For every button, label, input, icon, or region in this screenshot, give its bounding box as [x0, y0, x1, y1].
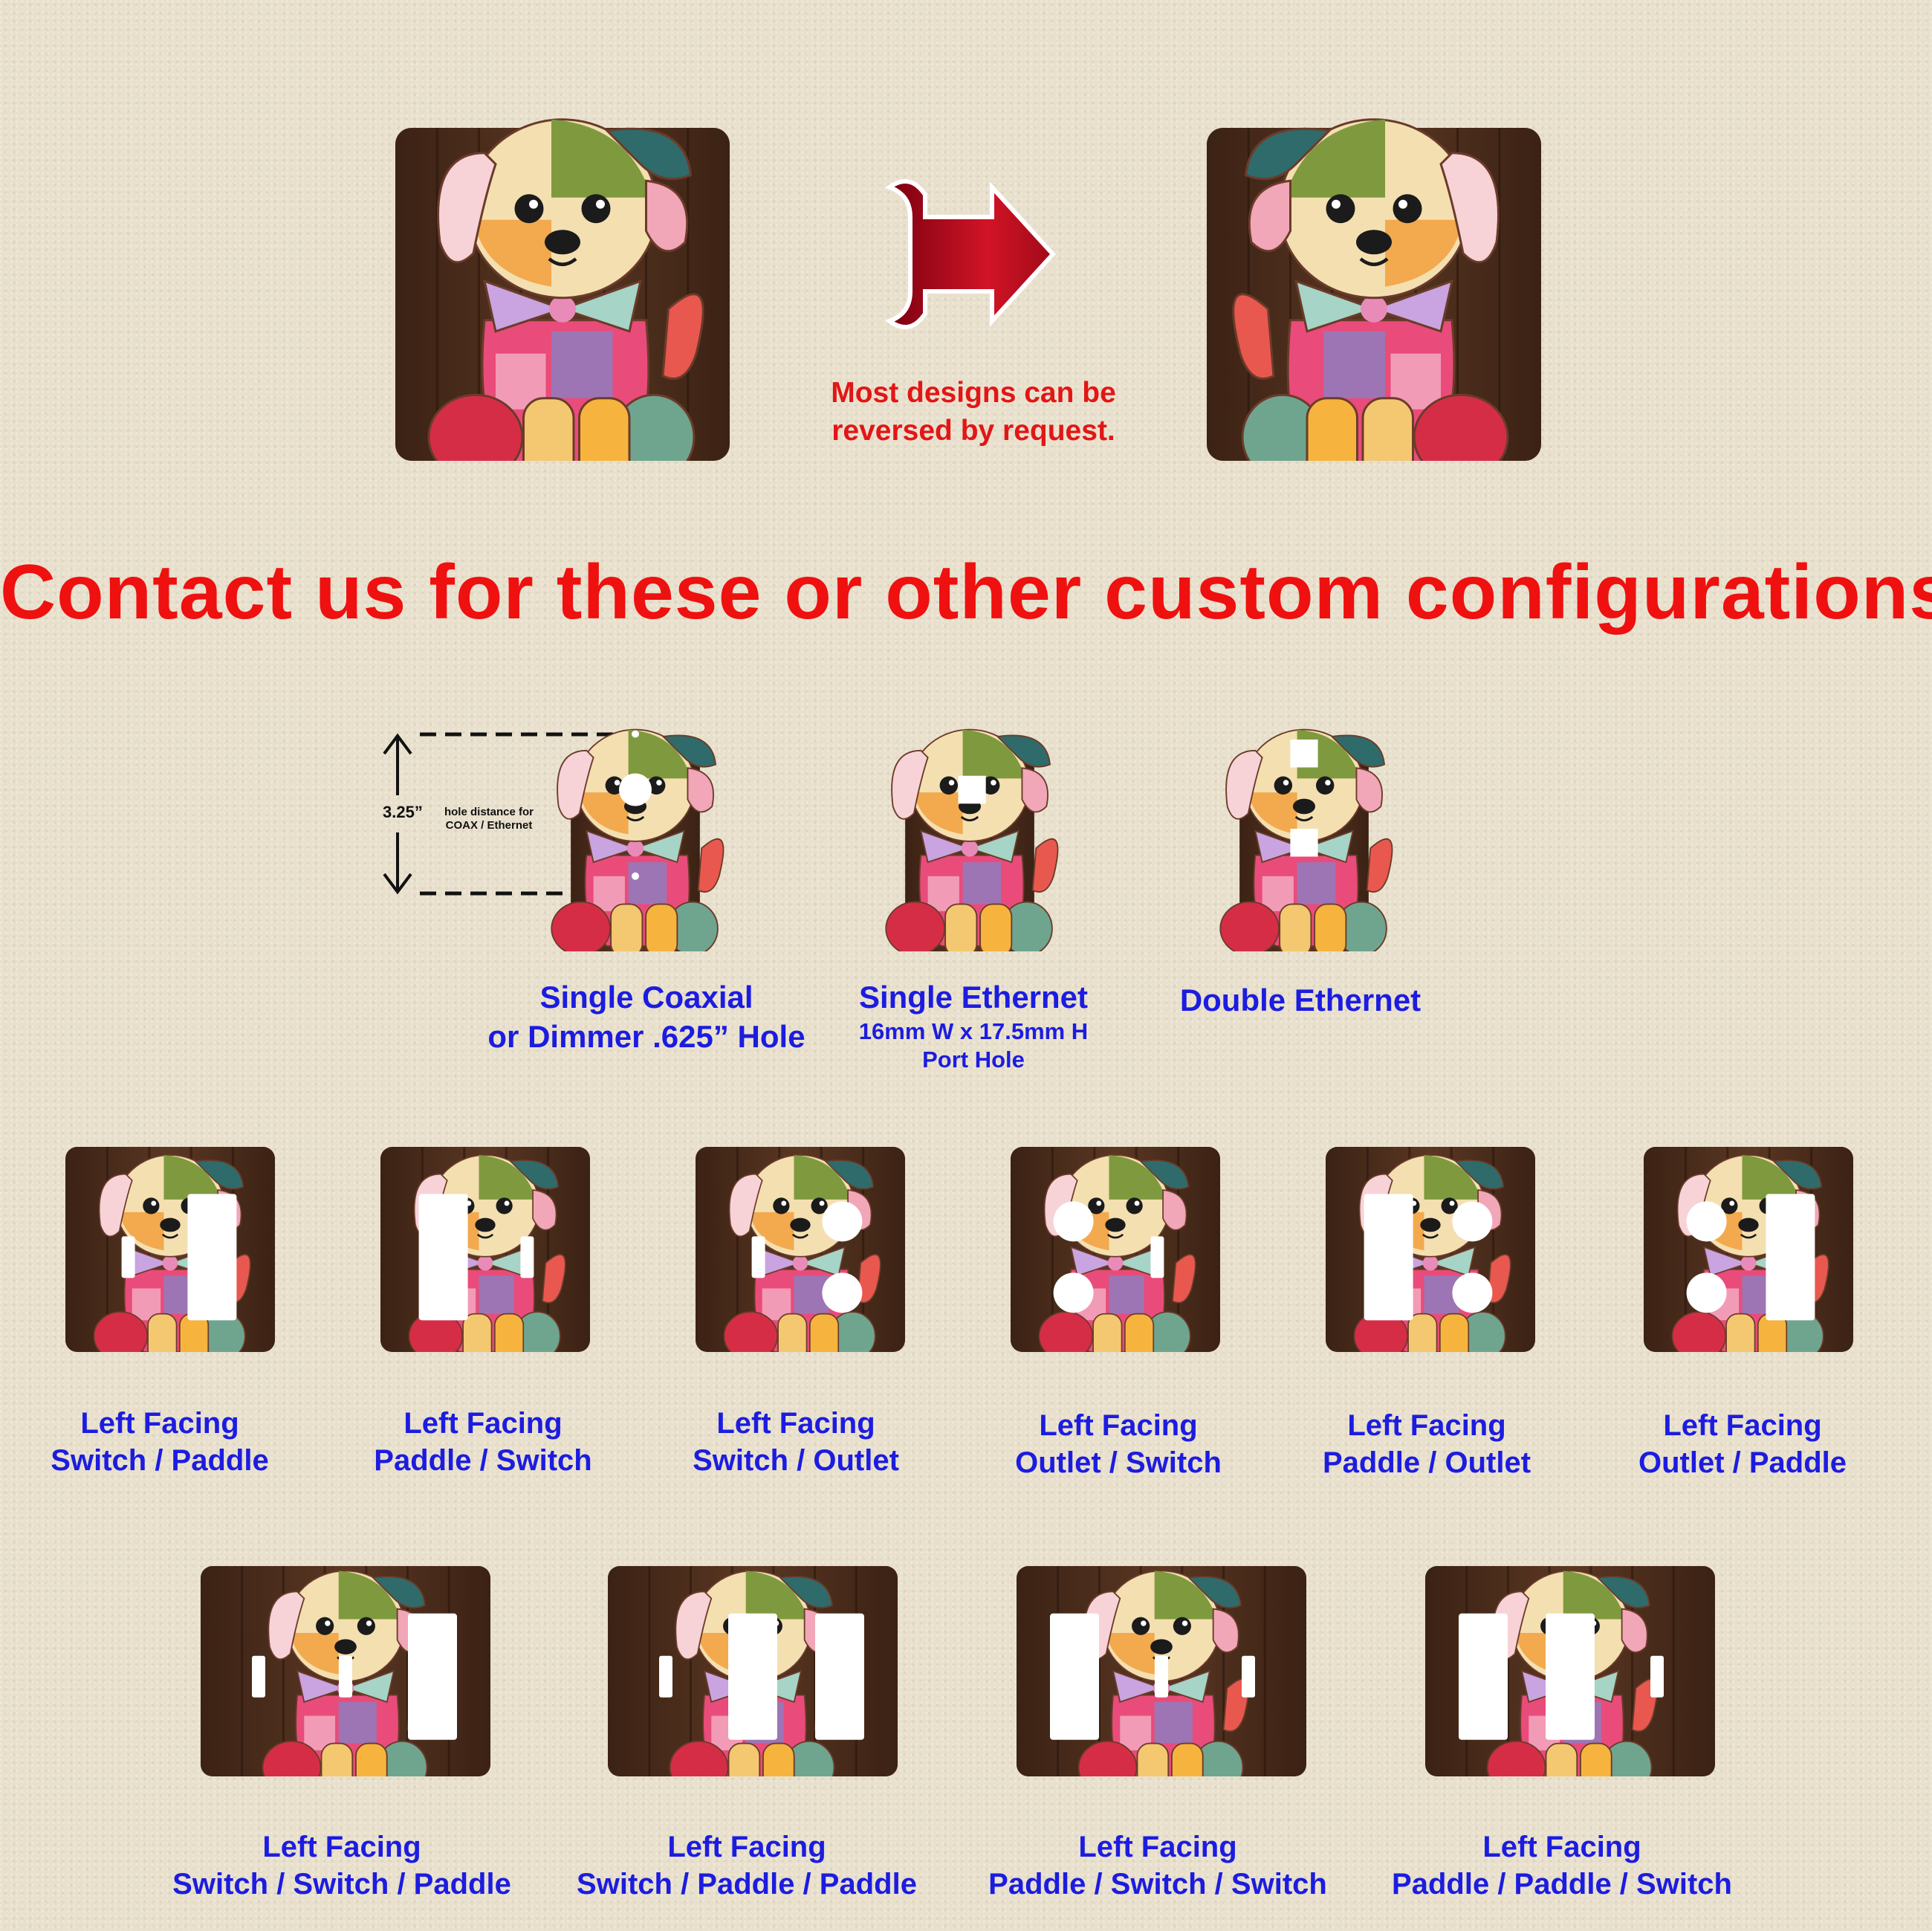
plate-single-coaxial: [520, 673, 751, 951]
reverse-note-line1: Most designs can be: [831, 377, 1116, 409]
caption-line: Left Facing: [262, 1831, 421, 1863]
caption-line: Left Facing: [1039, 1409, 1198, 1442]
caption-paddle-outlet: Left Facing Paddle / Outlet: [1282, 1407, 1572, 1481]
plate-paddle-outlet: [1326, 1126, 1535, 1352]
plate-paddle-switch: [380, 1126, 590, 1352]
caption-outlet-switch: Left Facing Outlet / Switch: [973, 1407, 1263, 1481]
caption-outlet-paddle: Left Facing Outlet / Paddle: [1598, 1407, 1887, 1481]
caption-line: Left Facing: [1347, 1409, 1506, 1442]
caption-line: Left Facing: [80, 1407, 239, 1440]
reversed-plate: [1207, 98, 1541, 461]
plate-switch-switch-paddle: [201, 1550, 490, 1776]
caption-double-ethernet: Double Ethernet: [1122, 981, 1479, 1021]
caption-sub-line: 16mm W x 17.5mm H: [858, 1018, 1089, 1044]
plate-outlet-switch: [1011, 1126, 1220, 1352]
plate-paddle-switch-switch: [1017, 1550, 1306, 1776]
caption-line: Paddle / Paddle / Switch: [1392, 1868, 1732, 1901]
caption-line: Switch / Paddle / Paddle: [577, 1868, 917, 1901]
reverse-note: Most designs can be reversed by request.: [773, 375, 1174, 450]
caption-line: Left Facing: [1663, 1409, 1822, 1442]
reverse-note-line2: reversed by request.: [832, 414, 1115, 447]
caption-line: Left Facing: [1078, 1831, 1237, 1863]
plate-single-ethernet: [855, 673, 1085, 951]
caption-sub-line: Port Hole: [922, 1047, 1025, 1073]
caption-line: Left Facing: [403, 1407, 563, 1440]
caption-line: or Dimmer .625” Hole: [487, 1018, 805, 1054]
caption-line: Switch / Switch / Paddle: [172, 1868, 511, 1901]
plate-switch-outlet: [696, 1126, 905, 1352]
original-plate: [395, 98, 730, 461]
caption-line: Switch / Outlet: [693, 1444, 899, 1477]
plate-paddle-paddle-switch: [1425, 1550, 1715, 1776]
caption-paddle-switch-switch: Left Facing Paddle / Switch / Switch: [965, 1828, 1351, 1903]
caption-single-coaxial: Single Coaxial or Dimmer .625” Hole: [461, 978, 832, 1056]
plate-switch-paddle: [65, 1126, 275, 1352]
caption-line: Paddle / Outlet: [1322, 1446, 1531, 1479]
contact-headline: Contact us for these or other custom con…: [0, 549, 1932, 635]
caption-switch-paddle-paddle: Left Facing Switch / Paddle / Paddle: [554, 1828, 940, 1903]
caption-line: Left Facing: [667, 1831, 826, 1863]
caption-line: Single Ethernet: [858, 980, 1089, 1015]
plate-double-ethernet: [1189, 673, 1419, 951]
caption-line: Paddle / Switch / Switch: [988, 1868, 1327, 1901]
caption-line: Single Coaxial: [539, 980, 753, 1015]
caption-line: Left Facing: [1482, 1831, 1641, 1863]
caption-switch-switch-paddle: Left Facing Switch / Switch / Paddle: [149, 1828, 535, 1903]
caption-paddle-paddle-switch: Left Facing Paddle / Paddle / Switch: [1369, 1828, 1755, 1903]
caption-switch-paddle: Left Facing Switch / Paddle: [15, 1405, 305, 1479]
hole-distance-value: 3.25”: [383, 803, 423, 821]
caption-line: Double Ethernet: [1179, 983, 1422, 1018]
caption-line: Outlet / Paddle: [1638, 1446, 1847, 1479]
caption-line: Outlet / Switch: [1015, 1446, 1222, 1479]
caption-paddle-switch: Left Facing Paddle / Switch: [338, 1405, 628, 1479]
caption-single-ethernet: Single Ethernet 16mm W x 17.5mm H Port H…: [803, 978, 1144, 1075]
caption-line: Switch / Paddle: [51, 1444, 269, 1477]
reverse-arrow-icon: [881, 172, 1059, 336]
caption-line: Left Facing: [716, 1407, 875, 1440]
caption-switch-outlet: Left Facing Switch / Outlet: [651, 1405, 941, 1479]
caption-line: Paddle / Switch: [374, 1444, 592, 1477]
plate-outlet-paddle: [1644, 1126, 1853, 1352]
plate-switch-paddle-paddle: [608, 1550, 898, 1776]
